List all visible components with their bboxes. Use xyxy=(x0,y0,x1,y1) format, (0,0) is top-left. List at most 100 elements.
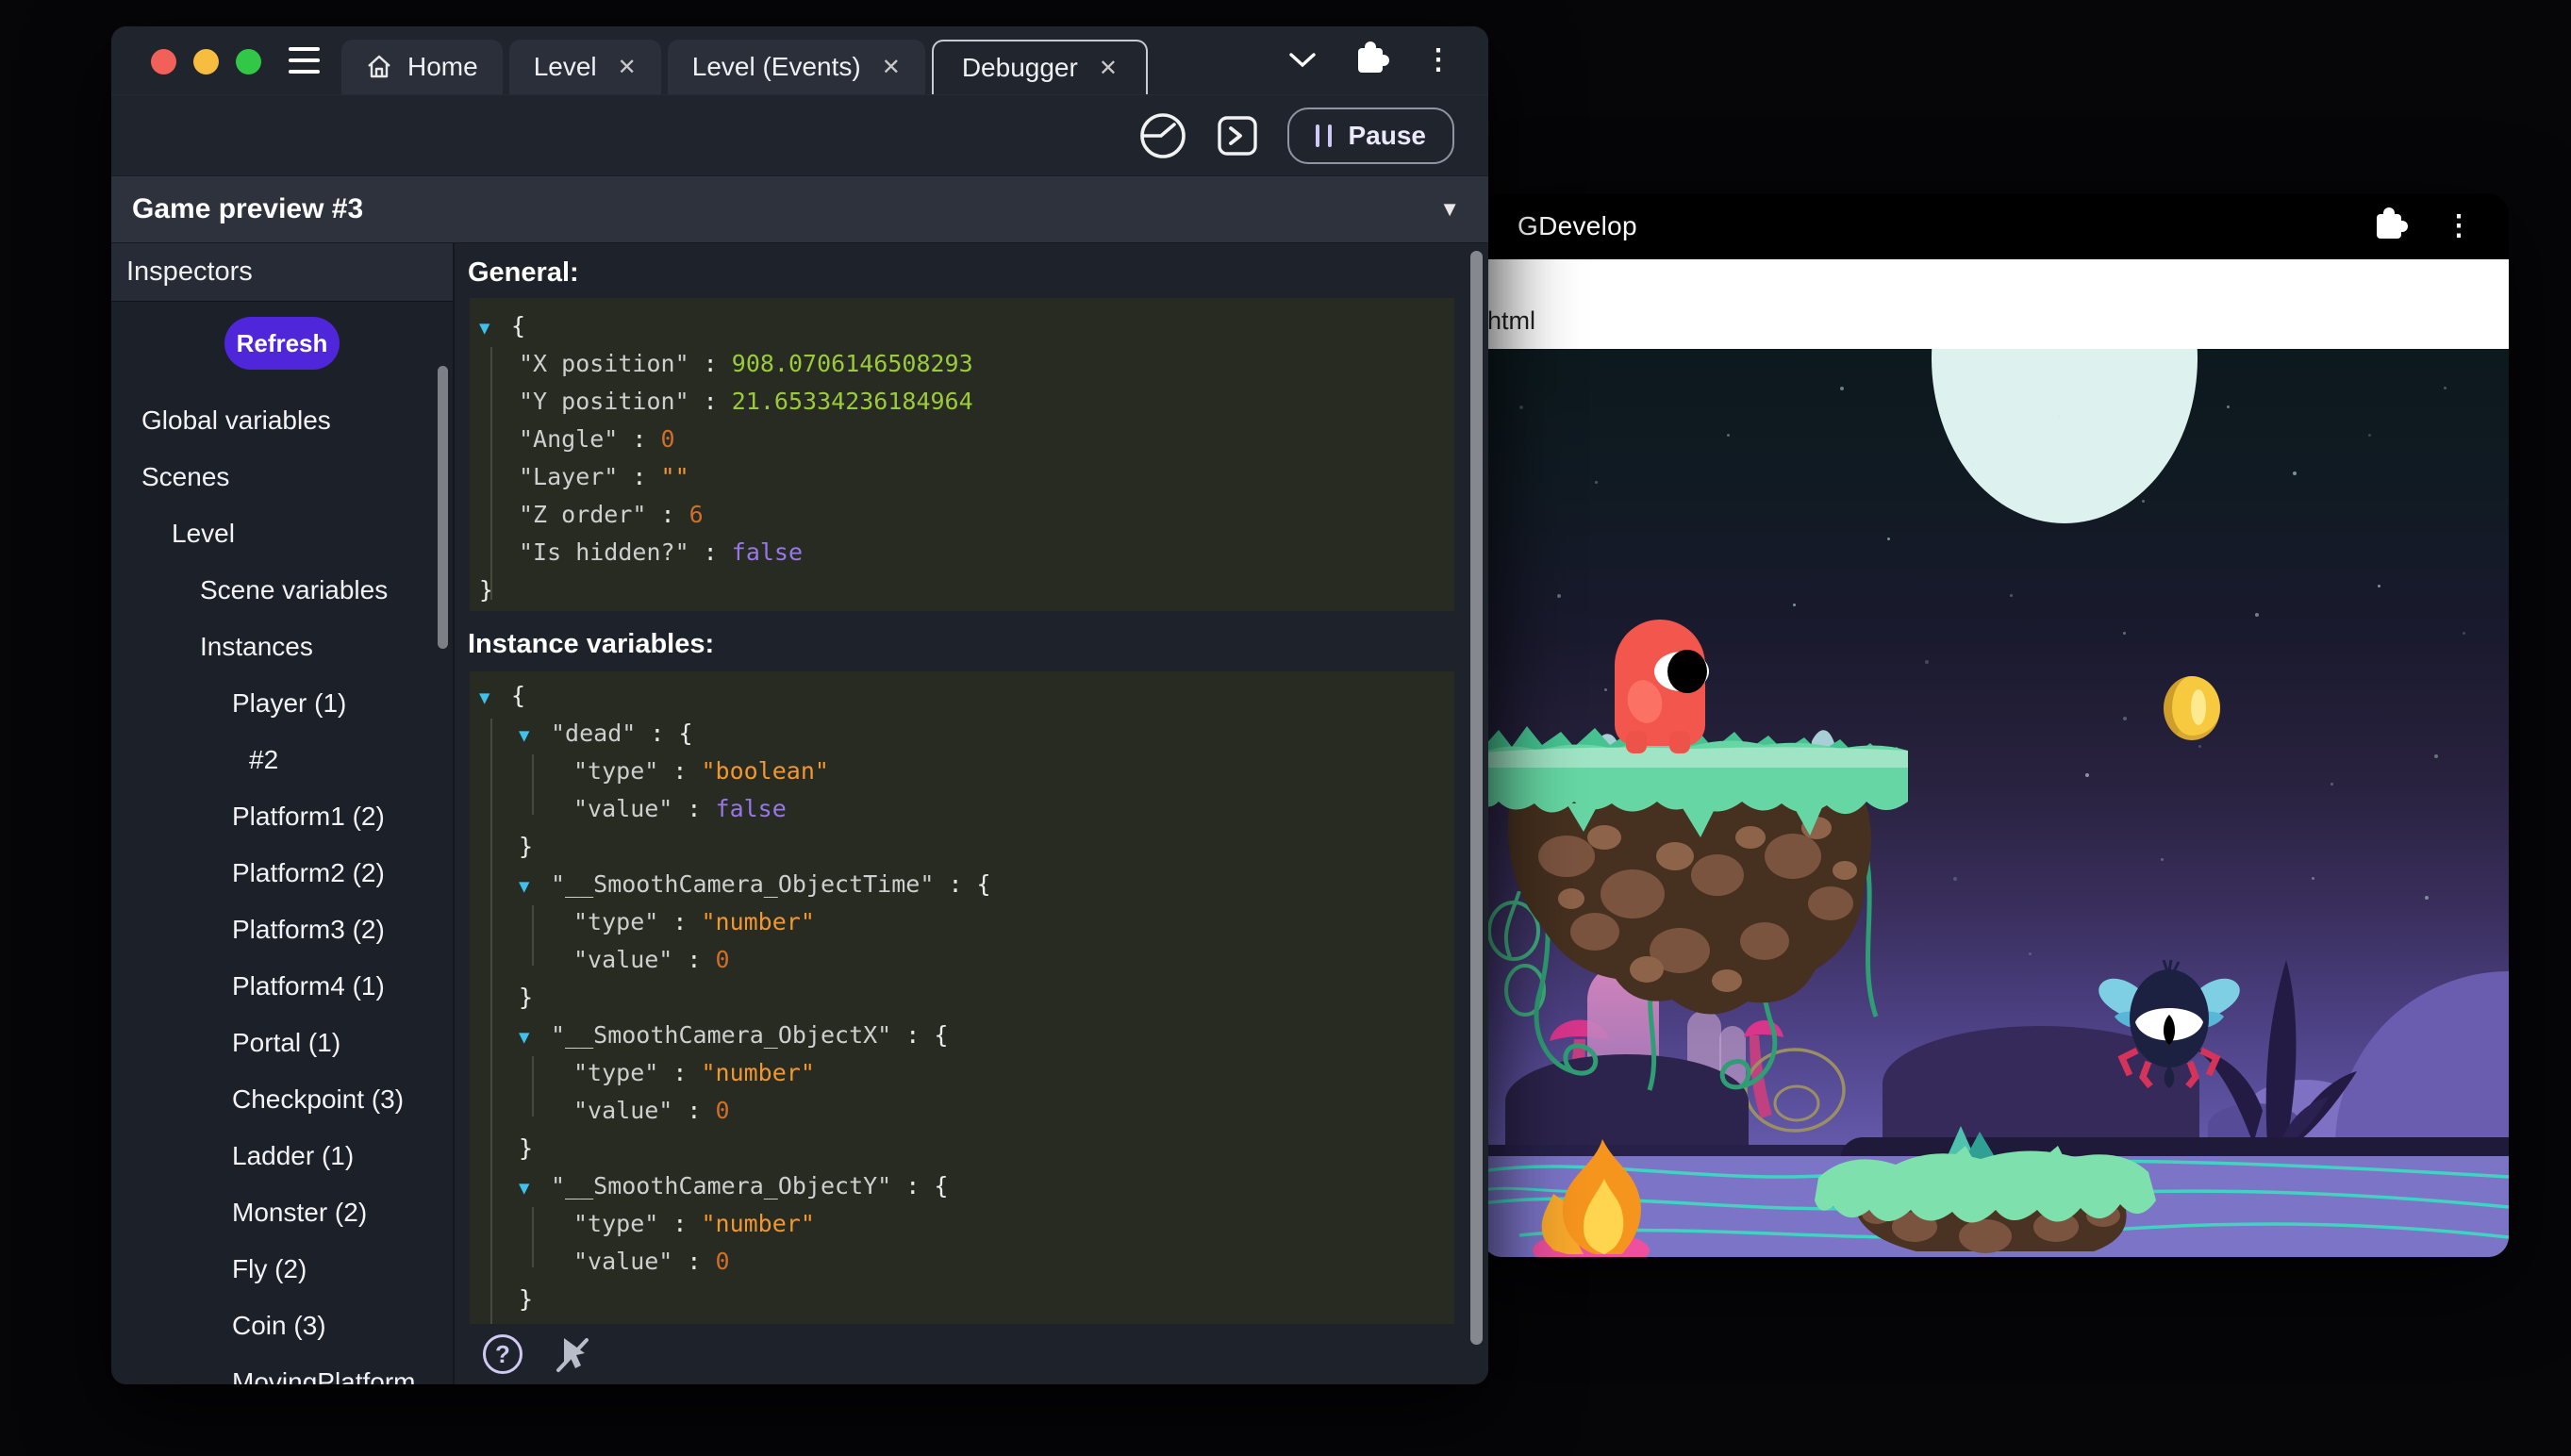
close-tab-icon[interactable]: ✕ xyxy=(1099,55,1118,82)
tree-item-player-1-[interactable]: Player (1) xyxy=(111,675,453,732)
chevron-down-icon[interactable] xyxy=(1288,52,1317,69)
tree-item-platform1-2-[interactable]: Platform1 (2) xyxy=(111,788,453,845)
json-line[interactable]: ▼"__SmoothCamera_ObjectY" : { xyxy=(470,1167,1454,1205)
star xyxy=(2123,632,2126,635)
player-foot-right xyxy=(1669,731,1690,753)
inspectors-sidebar: Inspectors Refresh Global variablesScene… xyxy=(111,243,455,1384)
hill-far-right xyxy=(2335,971,2509,1146)
close-tab-icon[interactable]: ✕ xyxy=(618,54,637,81)
close-window-button[interactable] xyxy=(151,49,176,74)
help-icon[interactable]: ? xyxy=(483,1334,522,1374)
coin-highlight xyxy=(2191,689,2206,725)
tree-item-portal-1-[interactable]: Portal (1) xyxy=(111,1015,453,1071)
tree-item-movingplatform[interactable]: MovingPlatform xyxy=(111,1354,453,1384)
star xyxy=(2425,896,2429,900)
pick-element-disabled-icon[interactable] xyxy=(553,1334,592,1374)
expand-arrow-icon[interactable]: ▼ xyxy=(479,309,511,347)
game-preview-window: GDevelop ⋮ html xyxy=(1482,193,2509,1257)
player-character xyxy=(1615,620,1705,746)
json-line: "Z order" : 6 xyxy=(470,496,1454,534)
tree-item-level[interactable]: Level xyxy=(111,505,453,562)
star xyxy=(2161,858,2164,861)
tree-item-scene-variables[interactable]: Scene variables xyxy=(111,562,453,619)
tree-item-platform4-1-[interactable]: Platform4 (1) xyxy=(111,958,453,1015)
close-tab-icon[interactable]: ✕ xyxy=(882,54,901,81)
star xyxy=(2378,585,2380,587)
json-line: "type" : "number" xyxy=(470,1054,1454,1092)
extensions-puzzle-icon[interactable] xyxy=(2377,214,2401,239)
instance-section-title: Instance variables: xyxy=(455,611,1488,671)
extensions-puzzle-icon[interactable] xyxy=(1358,48,1383,73)
json-line[interactable]: ▼"dead" : { xyxy=(470,715,1454,753)
tab-home[interactable]: Home xyxy=(341,40,503,94)
expand-arrow-icon[interactable]: ▼ xyxy=(519,1169,551,1207)
tab-level-events[interactable]: Level (Events) ✕ xyxy=(668,40,925,94)
pause-label: Pause xyxy=(1349,121,1427,151)
tree-item-platform3-2-[interactable]: Platform3 (2) xyxy=(111,902,453,958)
json-line: } xyxy=(470,979,1454,1017)
debugger-toolbar: Pause xyxy=(111,94,1488,175)
sidebar-scrollbar[interactable] xyxy=(438,366,448,649)
tree-item--2[interactable]: #2 xyxy=(111,732,453,788)
hamburger-menu-icon[interactable] xyxy=(289,47,320,74)
tree-item-fly-2-[interactable]: Fly (2) xyxy=(111,1241,453,1298)
star xyxy=(1557,594,1561,598)
tree-item-scenes[interactable]: Scenes xyxy=(111,449,453,505)
debugger-window: Home Level ✕ Level (Events) ✕ Debugger ✕ xyxy=(111,26,1488,1384)
expand-arrow-icon[interactable]: ▼ xyxy=(519,717,551,754)
tree-item-ladder-1-[interactable]: Ladder (1) xyxy=(111,1128,453,1184)
star xyxy=(1595,481,1598,484)
general-json-viewer: ▼{"X position" : 908.0706146508293"Y pos… xyxy=(470,298,1454,611)
star xyxy=(2444,387,2447,389)
json-line[interactable]: ▼"__SmoothCamera_ObjectTime" : { xyxy=(470,866,1454,903)
game-viewport[interactable] xyxy=(1482,349,2509,1257)
tab-label: Debugger xyxy=(962,53,1078,83)
moon xyxy=(1932,349,2198,523)
star xyxy=(2029,952,2032,955)
console-icon[interactable] xyxy=(1216,114,1259,157)
refresh-button[interactable]: Refresh xyxy=(224,317,340,370)
star xyxy=(2057,415,2061,419)
json-line: "value" : 0 xyxy=(470,941,1454,979)
player-eye xyxy=(1654,652,1709,691)
menu-dots-icon[interactable]: ⋮ xyxy=(1424,48,1452,73)
minimize-window-button[interactable] xyxy=(193,49,219,74)
tree-item-global-variables[interactable]: Global variables xyxy=(111,392,453,449)
preview-selector[interactable]: Game preview #3 ▼ xyxy=(111,175,1488,243)
json-line: "Y position" : 21.65334236184964 xyxy=(470,383,1454,421)
tree-item-instances[interactable]: Instances xyxy=(111,619,453,675)
json-line: "value" : 0 xyxy=(470,1092,1454,1130)
expand-arrow-icon[interactable]: ▼ xyxy=(479,679,511,717)
expand-arrow-icon[interactable]: ▼ xyxy=(519,1018,551,1056)
menu-dots-icon[interactable]: ⋮ xyxy=(2445,214,2473,239)
json-line: "type" : "boolean" xyxy=(470,753,1454,790)
json-line[interactable]: ▼"__SmoothCamera_ObjectX" : { xyxy=(470,1017,1454,1054)
pause-button[interactable]: Pause xyxy=(1287,108,1455,164)
star xyxy=(1972,462,1975,465)
tree-item-checkpoint-3-[interactable]: Checkpoint (3) xyxy=(111,1071,453,1128)
star xyxy=(1793,604,1796,606)
tab-debugger[interactable]: Debugger ✕ xyxy=(932,40,1148,94)
address-bar[interactable]: html xyxy=(1482,259,2509,349)
json-line[interactable]: ▼{ xyxy=(470,307,1454,345)
json-line: "value" : 0 xyxy=(470,1243,1454,1281)
star xyxy=(2010,594,2013,597)
tree-item-platform2-2-[interactable]: Platform2 (2) xyxy=(111,845,453,902)
json-line[interactable]: ▼{ xyxy=(470,677,1454,715)
preview-selector-label: Game preview #3 xyxy=(132,193,363,225)
tree-item-coin-3-[interactable]: Coin (3) xyxy=(111,1298,453,1354)
tree-item-monster-2-[interactable]: Monster (2) xyxy=(111,1184,453,1241)
profiler-icon[interactable] xyxy=(1138,111,1187,160)
desktop: GDevelop ⋮ html xyxy=(0,0,2571,1456)
tab-level[interactable]: Level ✕ xyxy=(509,40,661,94)
json-line: "Layer" : "" xyxy=(470,458,1454,496)
star xyxy=(1840,387,1844,390)
expand-arrow-icon[interactable]: ▼ xyxy=(519,868,551,905)
star xyxy=(2463,632,2465,635)
tab-label: Level (Events) xyxy=(692,52,861,82)
general-section-title: General: xyxy=(455,243,1488,298)
panel-scrollbar[interactable] xyxy=(1470,251,1483,1345)
json-line: "type" : "number" xyxy=(470,1205,1454,1243)
zoom-window-button[interactable] xyxy=(236,49,261,74)
star xyxy=(1887,538,1890,540)
